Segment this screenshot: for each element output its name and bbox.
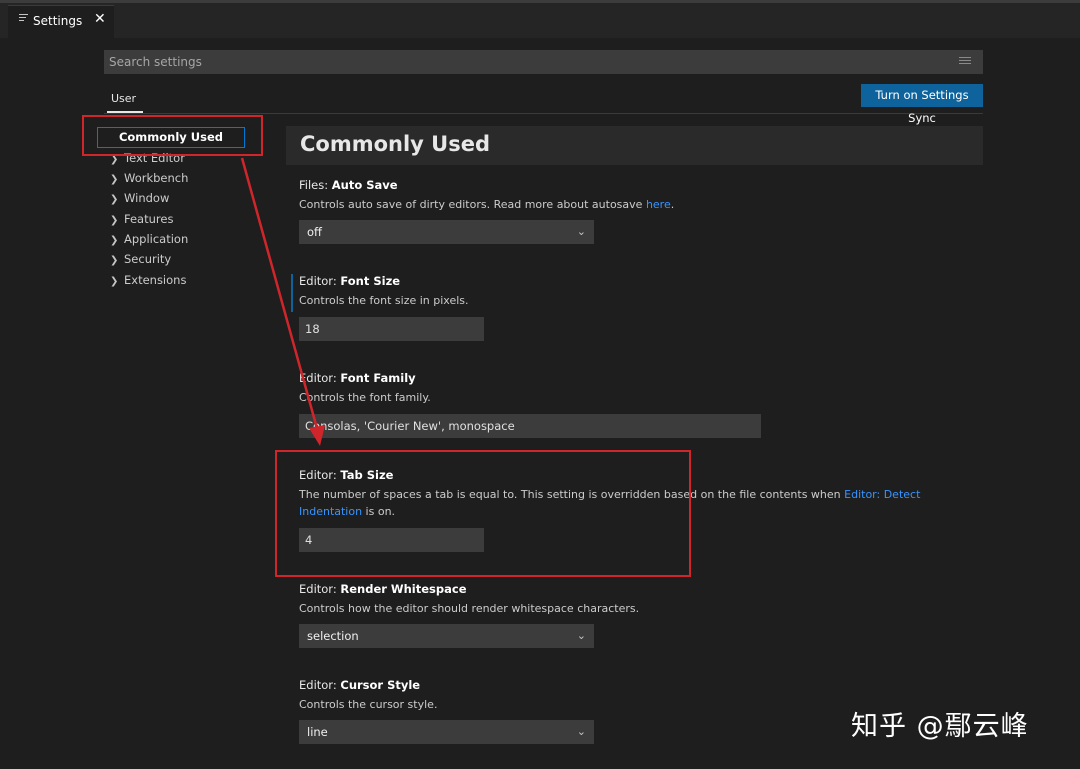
- annotation-arrow: [240, 157, 325, 446]
- watermark: 知乎 @鄢云峰: [851, 711, 1029, 742]
